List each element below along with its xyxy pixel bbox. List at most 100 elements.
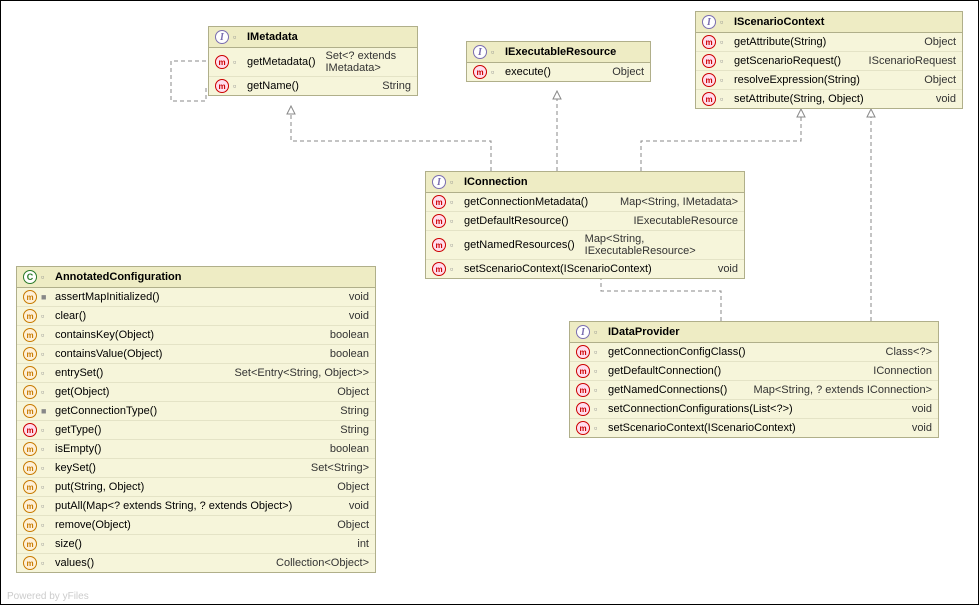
abstract-method-icon: m — [473, 65, 487, 79]
class-header: I ▫ IExecutableResource — [467, 42, 650, 63]
method-left: m▫entrySet() — [23, 366, 103, 380]
method-signature: execute() — [505, 66, 551, 78]
class-name: AnnotatedConfiguration — [55, 271, 181, 283]
method-row: m▫getName()String — [209, 76, 417, 95]
method-left: m▫remove(Object) — [23, 518, 131, 532]
method-left: m■getConnectionType() — [23, 404, 157, 418]
class-name: IScenarioContext — [734, 16, 824, 28]
method-row: m▫execute()Object — [467, 63, 650, 81]
method-row: m▫getMetadata()Set<? extends IMetadata> — [209, 48, 417, 76]
method-left: m▫getNamedConnections() — [576, 383, 727, 397]
class-name: IMetadata — [247, 31, 298, 43]
method-row: m▫getScenarioRequest()IScenarioRequest — [696, 51, 962, 70]
visibility-icon: ■ — [41, 406, 51, 416]
class-annotatedconfiguration: C ▫ AnnotatedConfiguration m■assertMapIn… — [16, 266, 376, 573]
method-signature: setConnectionConfigurations(List<?>) — [608, 403, 793, 415]
method-icon: m — [23, 328, 37, 342]
visibility-icon: ▫ — [41, 387, 51, 397]
visibility-icon: ▫ — [491, 67, 501, 77]
method-left: m▫containsValue(Object) — [23, 347, 162, 361]
method-left: m▫getConnectionMetadata() — [432, 195, 588, 209]
method-row: m▫setAttribute(String, Object)void — [696, 89, 962, 108]
method-row: m■getConnectionType()String — [17, 401, 375, 420]
visibility-icon: ▫ — [41, 444, 51, 454]
class-body-annotatedconfiguration: m■assertMapInitialized()voidm▫clear()voi… — [17, 288, 375, 572]
method-left: m ▫ putAll(Map<? extends String, ? extends… — [23, 499, 292, 513]
method-row: m▫getNamedResources()Map<String, IExecut… — [426, 230, 744, 259]
method-return-type: Set<? extends IMetadata> — [325, 50, 411, 74]
class-header: I ▫ IDataProvider — [570, 322, 938, 343]
method-left: m▫resolveExpression(String) — [702, 73, 860, 87]
method-return-type: IExecutableResource — [633, 215, 738, 227]
method-row: m▫getNamedConnections()Map<String, ? ext… — [570, 380, 938, 399]
powered-by-label: Powered by yFiles — [7, 591, 89, 602]
visibility-icon: ▫ — [450, 240, 460, 250]
method-return-type: Set<Entry<String, Object>> — [234, 367, 369, 379]
visibility-icon: ▫ — [450, 216, 460, 226]
method-return-type: String — [340, 424, 369, 436]
method-row: m▫getAttribute(String)Object — [696, 33, 962, 51]
abstract-method-icon: m — [215, 55, 229, 69]
class-header: C ▫ AnnotatedConfiguration — [17, 267, 375, 288]
method-return-type: IScenarioRequest — [869, 55, 956, 67]
method-icon: m — [23, 499, 37, 513]
method-signature: remove(Object) — [55, 519, 131, 531]
class-name: IExecutableResource — [505, 46, 616, 58]
method-row: m▫get(Object)Object — [17, 382, 375, 401]
visibility-icon: ▫ — [41, 501, 51, 511]
visibility-icon: ▫ — [450, 264, 460, 274]
class-imetadata: I ▫ IMetadata m▫getMetadata()Set<? exten… — [208, 26, 418, 96]
method-left: m▫setScenarioContext(IScenarioContext) — [576, 421, 796, 435]
class-body-imetadata: m▫getMetadata()Set<? extends IMetadata>m… — [209, 48, 417, 95]
method-signature: getConnectionMetadata() — [464, 196, 588, 208]
method-signature: setScenarioContext(IScenarioContext) — [464, 263, 652, 275]
method-row: m▫entrySet() Set<Entry<String, Object>> — [17, 363, 375, 382]
method-row: m▫containsValue(Object) boolean — [17, 344, 375, 363]
method-icon: m — [23, 518, 37, 532]
interface-icon: I — [702, 15, 716, 29]
method-signature: getType() — [55, 424, 101, 436]
method-return-type: void — [349, 310, 369, 322]
class-header: I ▫ IScenarioContext — [696, 12, 962, 33]
method-return-type: boolean — [330, 443, 369, 455]
method-left: m▫getAttribute(String) — [702, 35, 826, 49]
method-signature: containsValue(Object) — [55, 348, 162, 360]
lock-icon: ▫ — [491, 47, 501, 57]
class-header: I ▫ IMetadata — [209, 27, 417, 48]
method-icon: m — [23, 480, 37, 494]
abstract-method-icon: m — [576, 402, 590, 416]
method-return-type: boolean — [330, 329, 369, 341]
method-return-type: int — [357, 538, 369, 550]
visibility-icon: ▫ — [594, 366, 604, 376]
method-left: m▫getNamedResources() — [432, 238, 575, 252]
abstract-method-icon: m — [702, 92, 716, 106]
method-signature: getConnectionConfigClass() — [608, 346, 746, 358]
class-header: I ▫ IConnection — [426, 172, 744, 193]
method-icon: m — [23, 290, 37, 304]
method-return-type: Class<?> — [886, 346, 932, 358]
method-row: m▫getConnectionMetadata()Map<String, IMe… — [426, 193, 744, 211]
visibility-icon: ▫ — [233, 57, 243, 67]
method-signature: clear() — [55, 310, 86, 322]
visibility-icon: ▫ — [594, 423, 604, 433]
method-row: m▫isEmpty()boolean — [17, 439, 375, 458]
class-body-iscenariocontext: m▫getAttribute(String)Objectm▫getScenari… — [696, 33, 962, 108]
abstract-method-icon: m — [432, 238, 446, 252]
method-row: m▫containsKey(Object)boolean — [17, 325, 375, 344]
method-signature: getDefaultConnection() — [608, 365, 721, 377]
abstract-method-icon: m — [432, 195, 446, 209]
lock-icon: ▫ — [233, 32, 243, 42]
method-return-type: boolean — [330, 348, 369, 360]
visibility-icon: ▫ — [594, 404, 604, 414]
method-signature: setAttribute(String, Object) — [734, 93, 864, 105]
method-row: m▫setScenarioContext(IScenarioContext)vo… — [426, 259, 744, 278]
method-icon: m — [23, 537, 37, 551]
method-signature: getName() — [247, 80, 299, 92]
method-left: m▫setScenarioContext(IScenarioContext) — [432, 262, 652, 276]
method-left: m▫getConnectionConfigClass() — [576, 345, 746, 359]
method-signature: values() — [55, 557, 94, 569]
method-signature: putAll(Map<? extends String, ? extends O… — [55, 500, 292, 512]
visibility-icon: ▫ — [41, 425, 51, 435]
lock-icon: ▫ — [594, 327, 604, 337]
method-left: m▫getMetadata() — [215, 55, 315, 69]
